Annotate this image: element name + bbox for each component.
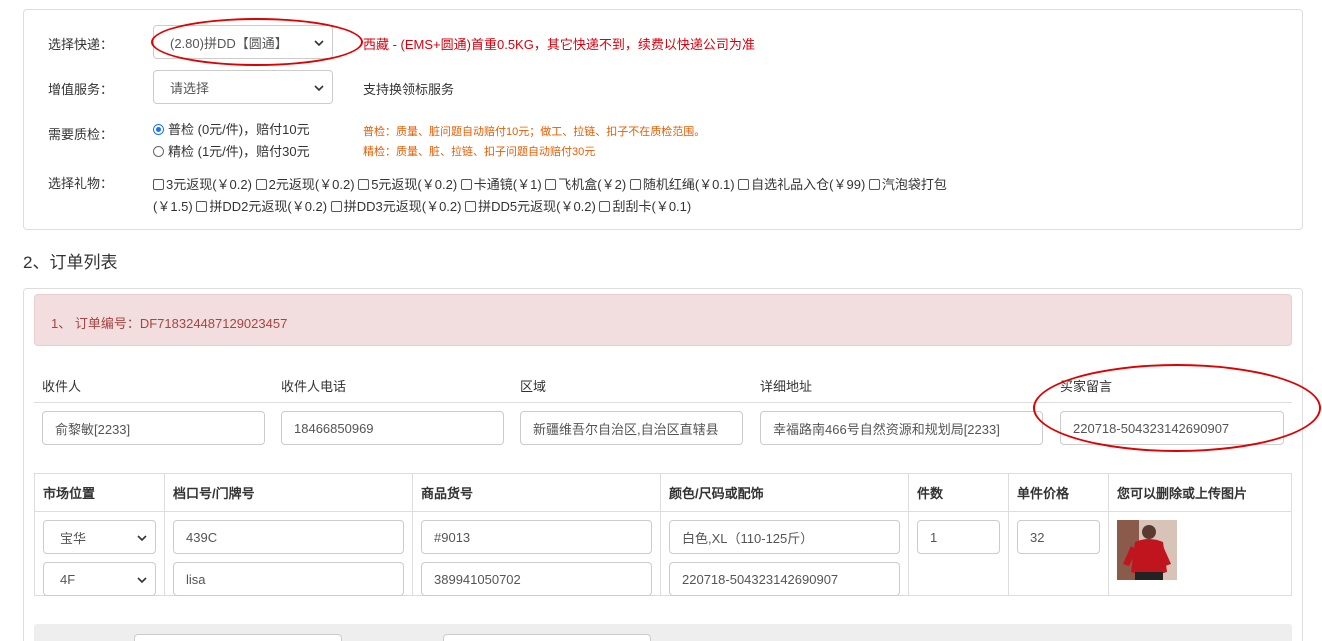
annotation-oval-buyer-message [1033,364,1321,452]
checkbox-icon[interactable] [629,179,641,190]
market-select[interactable]: 宝华 [43,520,156,554]
gift-option[interactable]: 拼DD3元返现(￥0.2) [330,199,461,214]
express-label: 选择快递： [48,37,114,52]
checkbox-icon[interactable] [738,179,750,190]
product-image[interactable] [1117,520,1177,580]
section-title: 2、订单列表 [23,253,118,272]
gift-option[interactable]: 卡通镜(￥1) [460,177,542,192]
floor-select[interactable]: 4F [43,562,156,596]
gift-option[interactable]: 拼DD2元返现(￥0.2) [196,199,327,214]
service-select[interactable]: 请选择 [153,70,333,104]
service-note: 支持换领标服务 [363,82,455,97]
gift-option[interactable]: 5元返现(￥0.2) [358,177,457,192]
checkbox-icon[interactable] [460,179,472,190]
region-input[interactable]: 新疆维吾尔自治区,自治区直辖县 [520,411,743,445]
gift-options-row-1: 3元返现(￥0.2) 2元返现(￥0.2) 5元返现(￥0.2) 卡通镜(￥1)… [153,174,947,193]
gift-option[interactable]: 2元返现(￥0.2) [255,177,355,192]
chevron-down-icon [137,535,147,542]
order-header: 1、 订单编号：DF718324487129023457 [34,294,1292,346]
sku-input[interactable]: #9013 [421,520,652,554]
gift-option[interactable]: 飞机盒(￥2) [545,177,626,192]
checkbox-icon[interactable] [196,201,208,212]
price-input[interactable]: 32 [1017,520,1100,554]
product-image-graphic [1117,520,1177,580]
gift-price-suffix: (￥1.5) [153,199,193,214]
phone-input[interactable]: 18466850969 [281,411,504,445]
recipient-input[interactable]: 俞黎敏[2233] [42,411,265,445]
table-header-row: 市场位置 档口号/门牌号 商品货号 颜色/尺码或配饰 件数 单件价格 您可以删除… [34,473,1292,512]
column-region: 区域 [520,379,547,394]
service-label: 增值服务： [48,82,114,97]
gift-options-row-2: (￥1.5) 拼DD2元返现(￥0.2) 拼DD3元返现(￥0.2) 拼DD5元… [153,196,691,215]
column-recipient: 收件人 [42,379,82,394]
floor-select-value: 4F [60,571,76,587]
spec-note-input[interactable]: 220718-504323142690907 [669,562,900,596]
column-address: 详细地址 [760,379,813,394]
th-image: 您可以删除或上传图片 [1108,473,1292,512]
th-stall: 档口号/门牌号 [164,473,413,512]
market-select-value: 宝华 [60,530,87,546]
gift-option[interactable]: 随机红绳(￥0.1) [629,177,735,192]
gift-label: 选择礼物： [48,176,114,191]
checkbox-icon[interactable] [868,179,880,190]
checkbox-icon[interactable] [358,179,370,190]
qc-option-label: 普检 (0元/件)，赔付10元 [168,122,310,137]
address-input[interactable]: 幸福路南466号自然资源和规划局[2233] [760,411,1043,445]
service-select-value: 请选择 [170,80,210,96]
qc-note-fine: 精检：质量、脏、拉链、扣子问题自动赔付30元 [363,146,596,158]
radio-unchecked-icon[interactable] [153,146,164,157]
qc-option-fine[interactable]: 精检 (1元/件)，赔付30元 [153,141,310,160]
qc-note-normal: 普检：质量、脏问题自动赔付10元；做工、拉链、扣子不在质检范围。 [363,126,706,138]
checkbox-icon[interactable] [599,201,611,212]
checkbox-icon[interactable] [153,179,164,190]
th-sku: 商品货号 [412,473,661,512]
sku-number-input[interactable]: 389941050702 [421,562,652,596]
qc-option-normal[interactable]: 普检 (0元/件)，赔付10元 [153,119,310,138]
gift-option[interactable]: 汽泡袋打包 [868,177,947,192]
qty-input[interactable]: 1 [917,520,1000,554]
gift-option[interactable]: 拼DD5元返现(￥0.2) [465,199,596,214]
th-market: 市场位置 [34,473,165,512]
column-phone: 收件人电话 [281,379,347,394]
annotation-oval-express [151,18,363,66]
checkbox-icon[interactable] [255,179,267,190]
qc-option-label: 精检 (1元/件)，赔付30元 [168,144,310,159]
bottom-input-2[interactable] [443,634,651,641]
order-number: 1、 订单编号：DF718324487129023457 [51,316,288,331]
stall-input[interactable]: 439C [173,520,404,554]
spec-input[interactable]: 白色,XL（110-125斤） [669,520,900,554]
bottom-input-1[interactable] [134,634,342,641]
gift-option[interactable]: 自选礼品入仓(￥99) [738,177,865,192]
checkbox-icon[interactable] [465,201,477,212]
th-qty: 件数 [908,473,1009,512]
express-note: 西藏 - (EMS+圆通)首重0.5KG，其它快递不到，续费以快递公司为准 [363,37,755,52]
th-spec: 颜色/尺码或配饰 [660,473,909,512]
chevron-down-icon [137,577,147,584]
th-price: 单件价格 [1008,473,1109,512]
gift-option[interactable]: 3元返现(￥0.2) [153,177,252,192]
stall-name-input[interactable]: lisa [173,562,404,596]
qc-label: 需要质检： [48,127,114,142]
checkbox-icon[interactable] [545,179,557,190]
chevron-down-icon [314,85,324,92]
checkbox-icon[interactable] [330,201,342,212]
radio-checked-icon[interactable] [153,124,164,135]
gift-option[interactable]: 刮刮卡(￥0.1) [599,199,691,214]
